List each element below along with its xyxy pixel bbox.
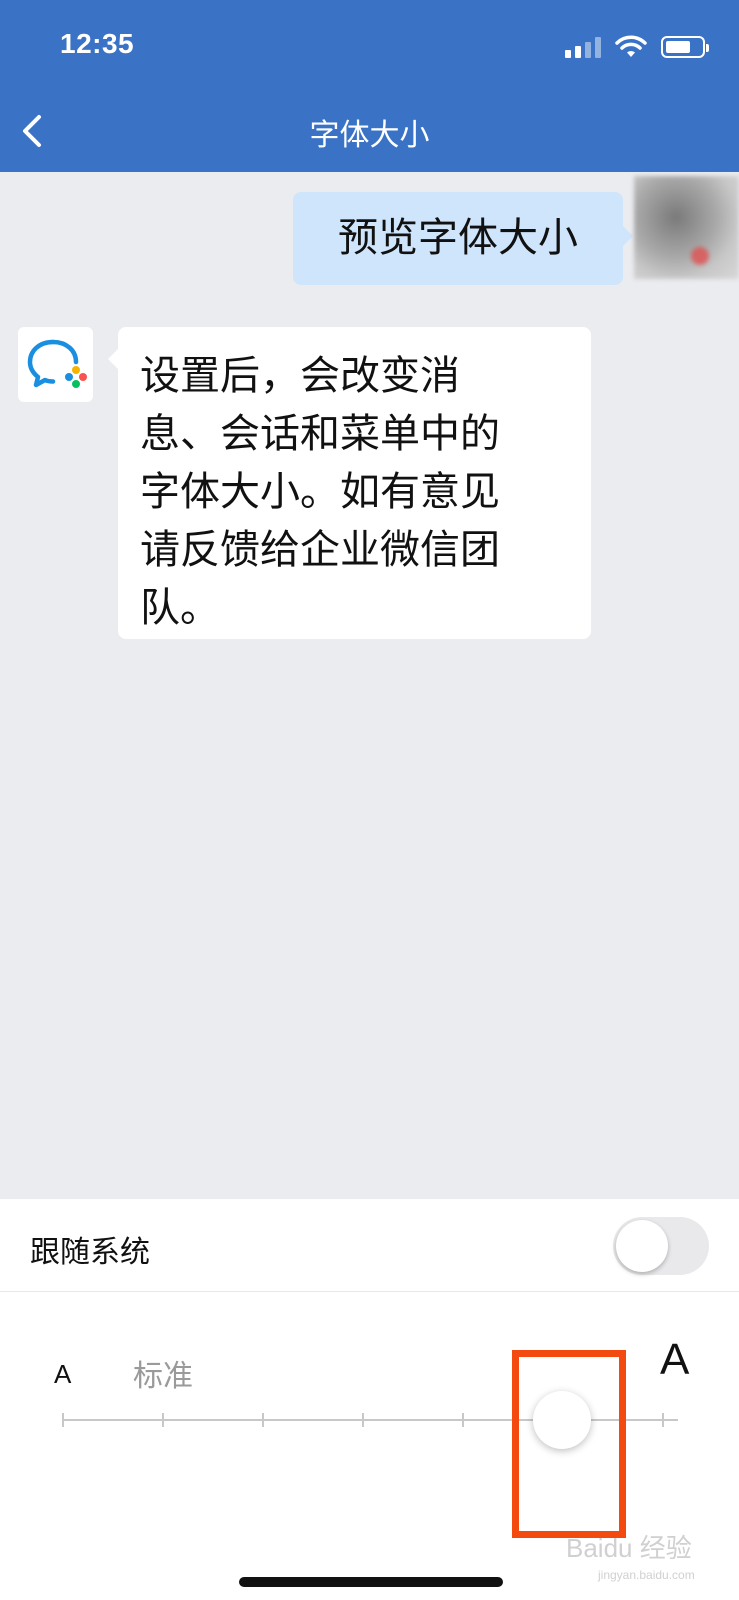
follow-system-toggle[interactable] [613, 1217, 709, 1275]
slider-tick [162, 1413, 164, 1427]
toggle-knob [616, 1220, 668, 1272]
slider-tick [662, 1413, 664, 1427]
font-size-slider[interactable] [62, 1391, 678, 1449]
signal-icon [565, 36, 601, 58]
outgoing-message-bubble: 预览字体大小 [293, 192, 633, 285]
slider-tick [362, 1413, 364, 1427]
slider-tick [62, 1413, 64, 1427]
slider-tick [262, 1413, 264, 1427]
standard-label: 标准 [133, 1359, 193, 1394]
incoming-message-bubble: 设置后，会改变消 息、会话和菜单中的 字体大小。如有意见 请反馈给企业微信团 队… [108, 327, 591, 639]
page-title: 字体大小 [309, 118, 430, 153]
follow-system-label: 跟随系统 [30, 1235, 150, 1270]
message-line: 息、会话和菜单中的 [140, 411, 500, 457]
user-avatar[interactable] [634, 176, 739, 279]
home-indicator [239, 1577, 503, 1587]
slider-thumb[interactable] [533, 1391, 591, 1449]
baidu-watermark-url: jingyan.baidu.com [598, 1568, 695, 1582]
message-line: 设置后，会改变消 [140, 353, 460, 399]
message-line: 请反馈给企业微信团 [140, 527, 500, 573]
baidu-watermark: Baidu 经验 [566, 1533, 692, 1563]
wecom-avatar[interactable] [18, 327, 93, 402]
navigation-header: 12:35 字体大小 [0, 0, 739, 172]
message-line: 字体大小。如有意见 [140, 469, 500, 515]
large-font-label: A [660, 1335, 690, 1384]
status-time: 12:35 [60, 28, 135, 59]
message-line: 队。 [140, 585, 220, 631]
wecom-logo-icon [27, 339, 87, 388]
wifi-icon [615, 35, 647, 57]
follow-system-row: 跟随系统 [0, 1199, 739, 1292]
small-font-label: A [54, 1359, 72, 1389]
battery-icon [661, 36, 709, 58]
slider-tick [462, 1413, 464, 1427]
status-icons [565, 32, 709, 62]
